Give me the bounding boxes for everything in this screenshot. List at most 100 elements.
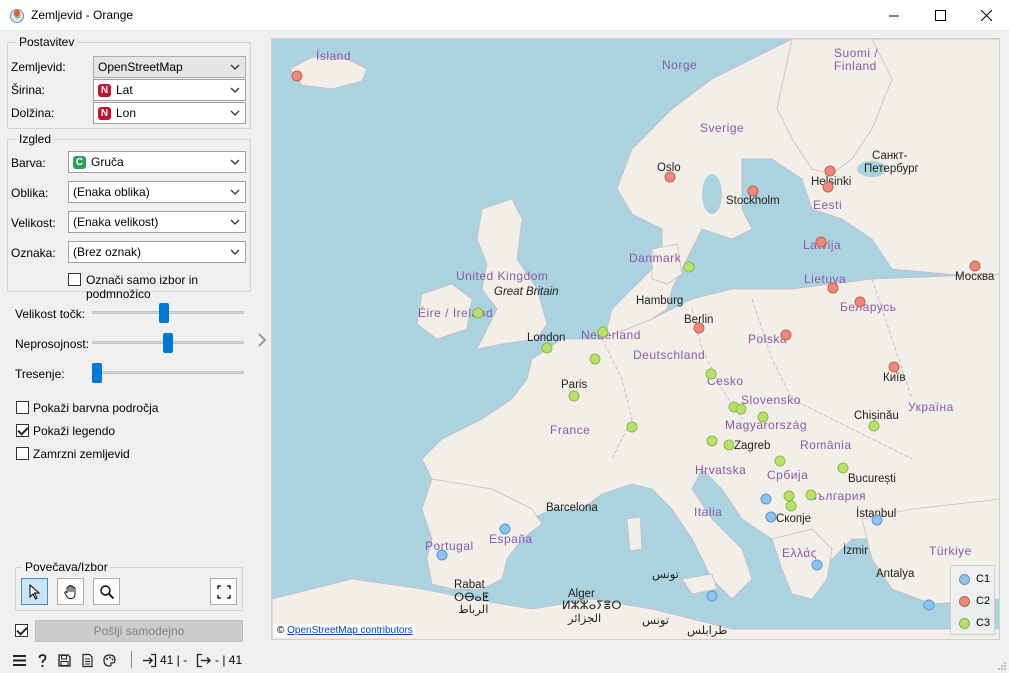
label-label: Oznaka:	[11, 246, 56, 260]
freeze-map-checkbox[interactable]	[16, 447, 29, 460]
minimize-icon	[889, 15, 899, 16]
zoom-select-group: Povečava/Izbor	[15, 560, 243, 611]
legend-label: C2	[976, 595, 991, 607]
pan-tool-button[interactable]	[57, 578, 84, 605]
placement-group-title: Postavitev	[16, 35, 78, 49]
select-tool-button[interactable]	[21, 578, 48, 605]
map-point[interactable]	[626, 421, 638, 433]
latitude-label: Širina:	[11, 83, 46, 97]
input-icon	[143, 653, 157, 668]
visual-settings-icon[interactable]	[102, 653, 117, 668]
latitude-select-value: Lat	[116, 83, 133, 97]
map-point[interactable]	[499, 523, 511, 535]
map-point[interactable]	[837, 462, 849, 474]
map-point[interactable]	[597, 326, 609, 338]
help-icon[interactable]	[35, 653, 50, 668]
jitter-slider-handle[interactable]	[92, 363, 102, 383]
chevron-down-icon	[230, 219, 240, 225]
map-point[interactable]	[774, 455, 786, 467]
map-point[interactable]	[827, 282, 839, 294]
label-select[interactable]: (Brez oznak)	[68, 241, 246, 263]
chevron-down-icon	[230, 249, 240, 255]
map-point[interactable]	[868, 420, 880, 432]
copyright-symbol: ©	[277, 625, 285, 636]
send-automatically-checkbox[interactable]	[15, 624, 28, 637]
latitude-select[interactable]: N Lat	[93, 79, 246, 101]
chevron-down-icon	[230, 87, 240, 93]
map-point[interactable]	[568, 390, 580, 402]
color-select[interactable]: C Gruča	[68, 151, 246, 173]
map-point[interactable]	[693, 322, 705, 334]
map-point[interactable]	[871, 514, 883, 526]
resize-grip-icon[interactable]	[997, 661, 1007, 671]
orange-map-app-icon	[10, 9, 24, 23]
reset-zoom-button[interactable]	[210, 578, 237, 605]
numeric-variable-icon: N	[98, 106, 111, 120]
map-point[interactable]	[785, 500, 797, 512]
minimize-button[interactable]	[871, 0, 917, 31]
map-point[interactable]	[705, 368, 717, 380]
map-point[interactable]	[757, 411, 769, 423]
output-icon	[196, 653, 211, 668]
status-bar: 41 | - - | 41	[0, 647, 1009, 673]
show-color-regions-checkbox[interactable]	[16, 401, 29, 414]
map-point[interactable]	[472, 307, 484, 319]
chevron-down-icon	[230, 110, 240, 116]
map-point[interactable]	[760, 493, 772, 505]
map-point[interactable]	[723, 439, 735, 451]
map-point[interactable]	[822, 181, 834, 193]
appearance-group: Izgled Barva: C Gruča Oblika: (Enaka obl…	[7, 132, 251, 301]
zoom-tool-button[interactable]	[93, 578, 120, 605]
map-point[interactable]	[783, 490, 795, 502]
menu-icon[interactable]	[12, 653, 27, 668]
point-size-slider-handle[interactable]	[158, 303, 169, 323]
map-point[interactable]	[923, 599, 935, 611]
window-title: Zemljevid - Orange	[31, 8, 134, 22]
map-point[interactable]	[436, 549, 448, 561]
map-legend: C1 C2 C3	[950, 565, 995, 635]
size-select-value: (Enaka velikost)	[73, 215, 159, 229]
map-point[interactable]	[888, 361, 900, 373]
map-point[interactable]	[664, 171, 676, 183]
report-icon[interactable]	[80, 653, 95, 668]
shape-select[interactable]: (Enaka oblika)	[68, 181, 246, 203]
zoom-select-group-title: Povečava/Izbor	[22, 560, 111, 574]
map-point[interactable]	[706, 435, 718, 447]
send-automatically-button[interactable]: Pošlji samodejno	[35, 620, 243, 642]
map-point[interactable]	[683, 261, 695, 273]
label-selected-only-checkbox[interactable]	[68, 273, 81, 286]
close-icon	[980, 10, 992, 21]
map-select-value: OpenStreetMap	[98, 60, 183, 74]
map-point[interactable]	[589, 353, 601, 365]
map-point[interactable]	[747, 185, 759, 197]
map-point[interactable]	[780, 329, 792, 341]
freeze-map-label: Zamrzni zemljevid	[33, 447, 130, 461]
longitude-label: Dolžina:	[11, 106, 55, 120]
map-point[interactable]	[291, 70, 303, 82]
map-point[interactable]	[765, 511, 777, 523]
map-point[interactable]	[541, 342, 553, 354]
save-icon[interactable]	[57, 653, 72, 668]
map-point[interactable]	[854, 296, 866, 308]
openstreetmap-link[interactable]: OpenStreetMap contributors	[287, 625, 413, 636]
close-button[interactable]	[963, 0, 1009, 31]
map-point[interactable]	[805, 489, 817, 501]
longitude-select[interactable]: N Lon	[93, 102, 246, 124]
map-point[interactable]	[815, 236, 827, 248]
show-legend-checkbox[interactable]	[16, 424, 29, 437]
chevron-down-icon	[230, 159, 240, 165]
map-select[interactable]: OpenStreetMap	[93, 56, 246, 78]
map-view[interactable]: Ísland Norge Sverige Suomi / Finland Osl…	[271, 38, 1000, 640]
map-point[interactable]	[824, 165, 836, 177]
map-point[interactable]	[811, 559, 823, 571]
send-automatically-label: Pošlji samodejno	[93, 624, 185, 638]
opacity-slider-handle[interactable]	[163, 333, 173, 353]
map-point[interactable]	[735, 403, 747, 415]
map-point[interactable]	[969, 260, 981, 272]
size-select[interactable]: (Enaka velikost)	[68, 211, 246, 233]
jitter-slider-track[interactable]	[92, 371, 244, 374]
map-point[interactable]	[706, 590, 718, 602]
collapse-panel-chevron-icon[interactable]	[256, 332, 268, 348]
legend-swatch	[959, 617, 970, 629]
maximize-button[interactable]	[917, 0, 963, 31]
